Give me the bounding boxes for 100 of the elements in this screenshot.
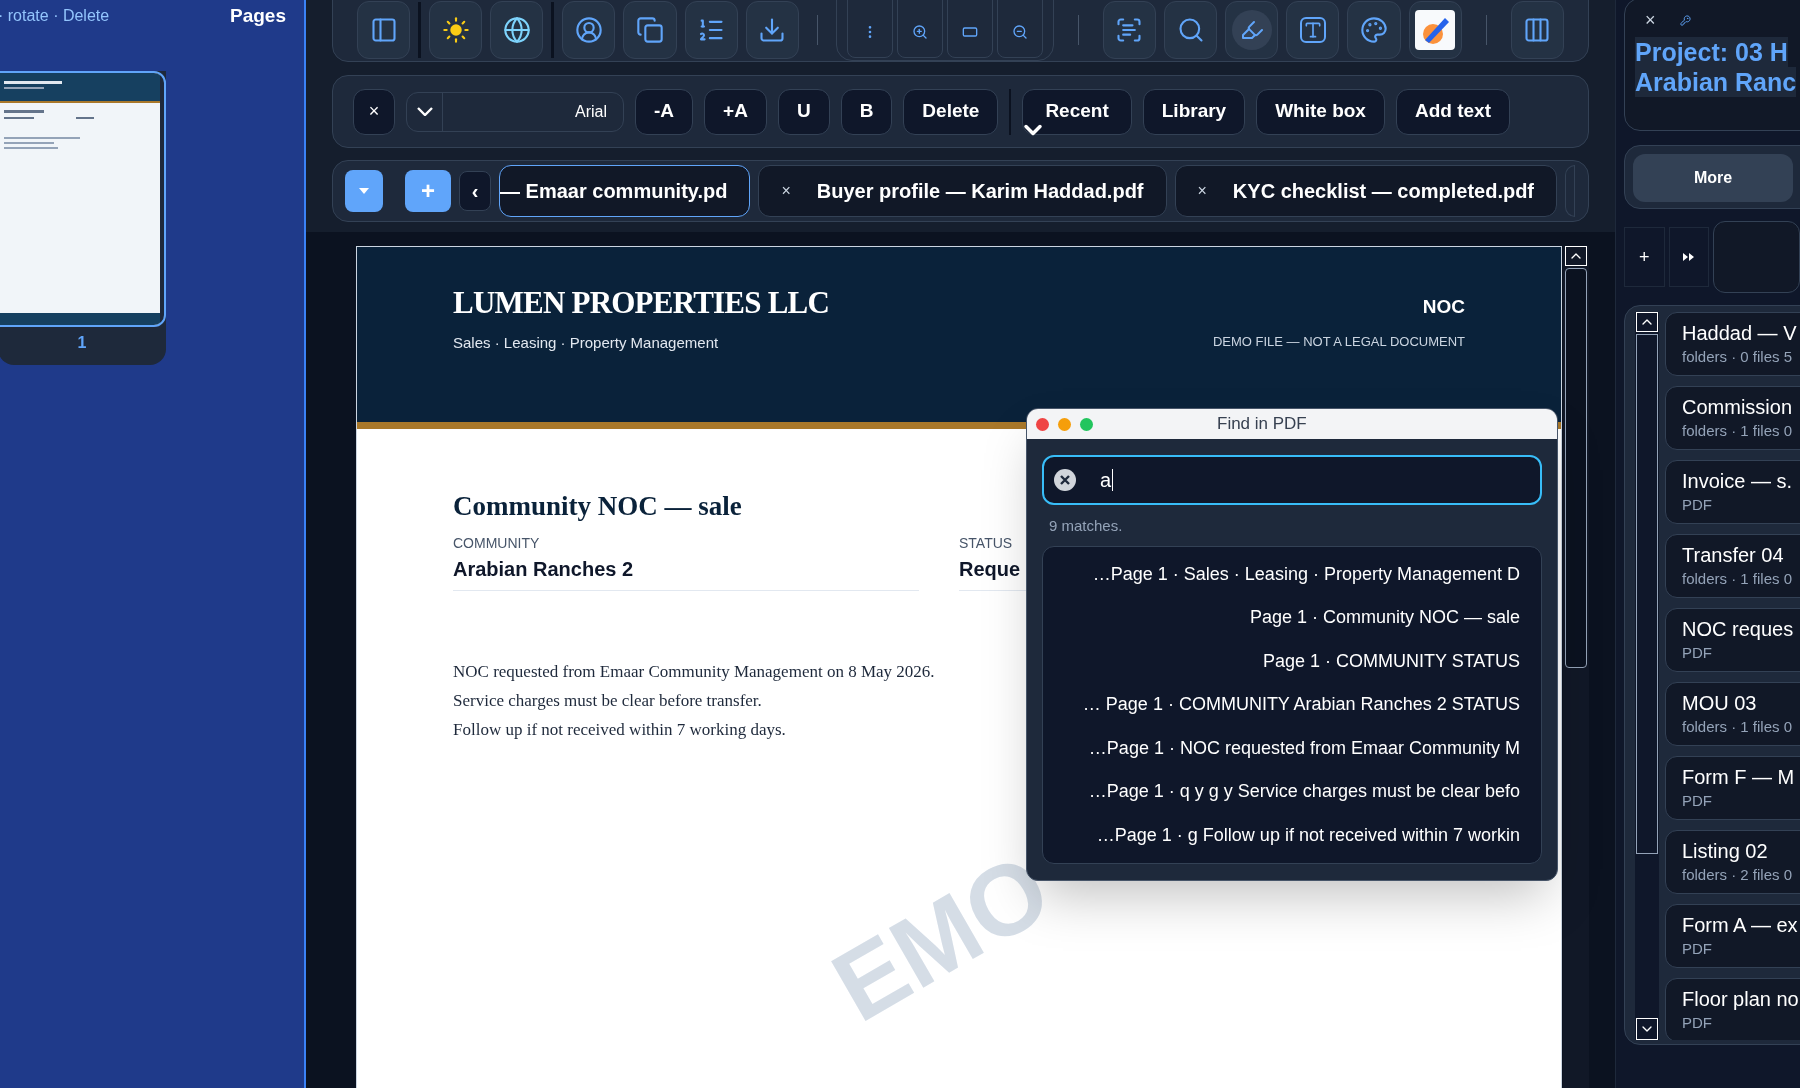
file-item[interactable]: Floor plan no PDF <box>1665 978 1800 1040</box>
page-thumbnail[interactable]: 1 <box>0 70 166 365</box>
file-item[interactable]: Listing 02 folders · 2 files 0 <box>1665 830 1800 894</box>
numbered-list-icon[interactable] <box>684 1 738 59</box>
search-result[interactable]: …Page 1 · q y g y Service charges must be clear befo <box>1043 770 1520 814</box>
globe-icon[interactable] <box>490 1 544 59</box>
file-subtitle: PDF <box>1682 643 1713 663</box>
scroll-up-icon[interactable] <box>1636 312 1658 332</box>
search-result[interactable]: … Page 1 · COMMUNITY Arabian Ranches 2 STATUS <box>1043 683 1520 727</box>
panel-title: Pages <box>230 4 286 28</box>
search-result[interactable]: …Page 1 · NOC requested from Emaar Community M <box>1043 726 1520 770</box>
close-button[interactable]: × <box>1645 6 1656 34</box>
scroll-thumb[interactable] <box>1636 334 1658 854</box>
close-tab-button[interactable]: × <box>781 179 791 203</box>
triangle-down-icon <box>359 188 369 194</box>
font-select[interactable]: Arial <box>406 91 624 132</box>
file-subtitle: folders · 0 files 5 <box>1682 347 1794 367</box>
sun-icon[interactable] <box>429 1 483 59</box>
disclaimer: DEMO FILE — NOT A LEGAL DOCUMENT <box>1212 332 1465 351</box>
chevron-down-icon <box>416 107 433 116</box>
file-title: Listing 02 <box>1682 839 1769 864</box>
document-tab[interactable]: — Emaar community.pd <box>499 165 751 217</box>
more-button[interactable]: More <box>1633 154 1793 202</box>
file-title: NOC reques <box>1682 617 1795 642</box>
tab-label: KYC checklist — completed.pdf <box>1232 179 1535 204</box>
copy-icon[interactable] <box>623 1 677 59</box>
dropdown-button[interactable] <box>345 170 383 212</box>
company-name: LUMEN PROPERTIES LLC <box>453 287 830 318</box>
page-number: 1 <box>76 332 88 353</box>
search-field[interactable]: a <box>1042 455 1542 505</box>
file-title: Commission <box>1682 395 1794 420</box>
format-button[interactable]: White box <box>1256 88 1385 135</box>
dialog-title: Find in PDF <box>1217 413 1307 436</box>
pen-app-icon[interactable] <box>1408 1 1462 59</box>
file-subtitle: PDF <box>1682 495 1713 515</box>
close-window-button[interactable] <box>1036 417 1049 431</box>
palette-icon[interactable] <box>1347 1 1401 59</box>
search-query: a <box>1100 469 1114 491</box>
tab-label: Buyer profile — Karim Haddad.pdf <box>816 179 1144 204</box>
highlighter-icon[interactable] <box>1225 1 1279 59</box>
search-result[interactable]: Page 1 · COMMUNITY STATUS <box>1043 639 1520 683</box>
file-subtitle: folders · 1 files 0 <box>1682 717 1794 737</box>
file-title: Haddad — V <box>1682 321 1798 346</box>
search-result[interactable]: …Page 1 · g Follow up if not received within 7 workin <box>1043 813 1520 857</box>
file-item[interactable]: Form F — M PDF <box>1665 756 1800 820</box>
clear-icon[interactable] <box>1054 469 1076 491</box>
fit-page-icon[interactable] <box>946 0 993 58</box>
search-result[interactable]: …Page 1 · Sales · Leasing · Property Management D <box>1043 552 1520 596</box>
scroll-thumb[interactable] <box>1565 268 1587 668</box>
format-button[interactable]: Add text <box>1395 88 1510 135</box>
file-item[interactable]: NOC reques PDF <box>1665 608 1800 672</box>
format-button[interactable]: +A <box>704 88 767 135</box>
file-subtitle: folders · 1 files 0 <box>1682 569 1794 589</box>
file-item[interactable]: MOU 03 folders · 1 files 0 <box>1665 682 1800 746</box>
file-item[interactable]: Invoice — s. PDF <box>1665 460 1800 524</box>
body-text: Follow up if not received within 7 working days. <box>453 718 786 741</box>
scroll-up-icon[interactable] <box>1565 246 1587 266</box>
format-button[interactable]: -A <box>635 88 694 135</box>
columns-icon[interactable] <box>1510 1 1564 59</box>
file-subtitle: folders · 1 files 0 <box>1682 421 1794 441</box>
file-title: Form F — M <box>1682 765 1796 790</box>
body-text: NOC requested from Emaar Community Management on 8 May 2026. <box>453 660 935 683</box>
key-icon[interactable] <box>1679 14 1691 26</box>
match-count: 9 matches. <box>1049 516 1124 536</box>
search-result[interactable]: Page 1 · Community NOC — sale <box>1043 596 1520 640</box>
text-box-icon[interactable] <box>1286 1 1340 59</box>
recent-button[interactable]: Recent <box>1022 88 1132 135</box>
file-subtitle: PDF <box>1682 791 1713 811</box>
scroll-down-icon[interactable] <box>1636 1018 1658 1040</box>
file-title: Form A — ex <box>1682 913 1799 938</box>
scrollbar[interactable] <box>1563 246 1589 1088</box>
file-title: Floor plan no <box>1682 987 1800 1012</box>
format-button[interactable]: U <box>777 88 830 135</box>
download-icon[interactable] <box>745 1 799 59</box>
document-tab[interactable]: × Buyer profile — Karim Haddad.pdf <box>758 165 1167 217</box>
search-icon[interactable] <box>1163 1 1218 59</box>
add-button[interactable]: + <box>1624 227 1665 287</box>
file-item[interactable]: Form A — ex PDF <box>1665 904 1800 968</box>
fast-forward-icon <box>1683 253 1696 261</box>
document-title: Community NOC — sale <box>453 490 742 523</box>
file-item[interactable]: Transfer 04 folders · 1 files 0 <box>1665 534 1800 598</box>
format-button[interactable]: Delete <box>903 88 999 135</box>
format-button[interactable]: Library <box>1142 88 1246 135</box>
close-button[interactable]: × <box>353 88 395 135</box>
field-value: Reque <box>959 556 1021 582</box>
scroll-tabs-button[interactable]: ‹ <box>459 171 491 211</box>
user-icon[interactable] <box>562 1 616 59</box>
close-tab-button[interactable]: × <box>1197 179 1207 203</box>
zoom-in-icon[interactable] <box>896 0 943 58</box>
project-title: Arabian Ranc <box>1635 67 1797 97</box>
file-subtitle: folders · 2 files 0 <box>1682 865 1794 885</box>
format-button[interactable]: B <box>840 88 893 135</box>
file-item[interactable]: Commission folders · 1 files 0 <box>1665 386 1800 450</box>
tab-label: — Emaar community.pd <box>500 179 728 204</box>
file-item[interactable]: Haddad — V folders · 0 files 5 <box>1665 312 1800 376</box>
text-select-icon[interactable] <box>1102 1 1156 59</box>
sidebar-icon[interactable] <box>357 1 411 59</box>
file-title: MOU 03 <box>1682 691 1758 716</box>
document-tab[interactable]: × KYC checklist — completed.pdf <box>1174 165 1558 217</box>
field-label: COMMUNITY <box>453 533 541 553</box>
